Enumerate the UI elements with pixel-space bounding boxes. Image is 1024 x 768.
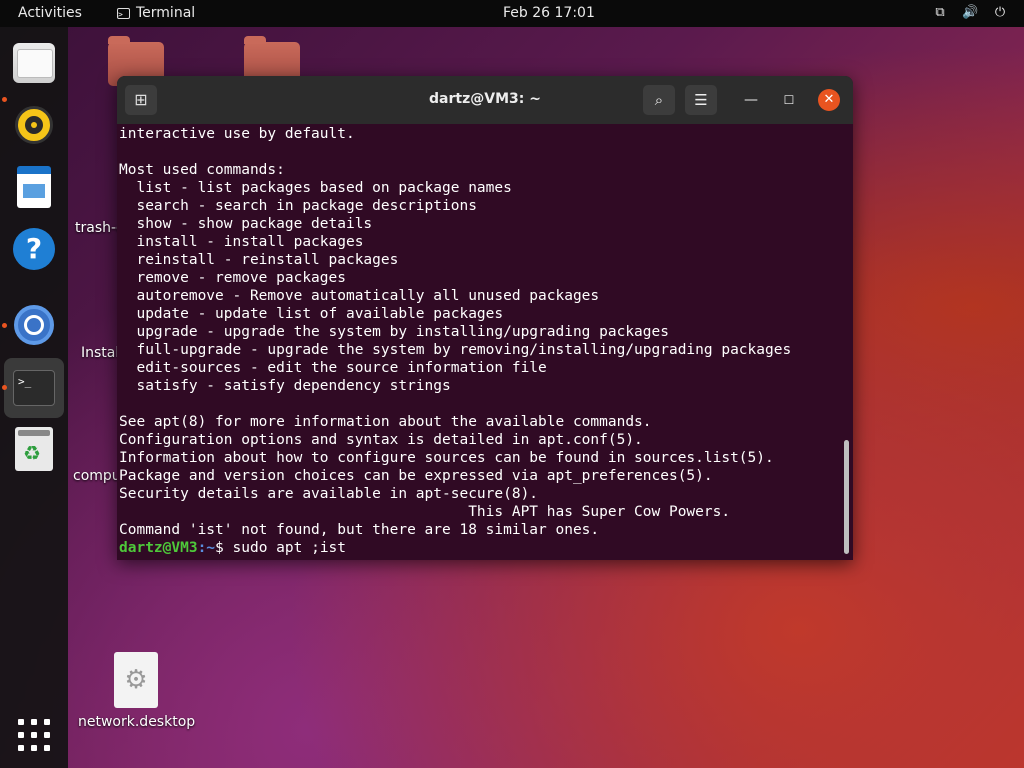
terminal-line: show - show package details (119, 216, 373, 232)
running-indicator (2, 385, 7, 390)
network-icon[interactable]: ⧉ (932, 5, 948, 21)
running-indicator (2, 97, 7, 102)
dock-item-writer[interactable] (10, 163, 58, 211)
terminal-line: reinstall - reinstall packages (119, 252, 399, 268)
terminal-line: full-upgrade - upgrade the system by rem… (119, 342, 792, 358)
rhythmbox-icon (15, 106, 53, 144)
activities-button[interactable]: Activities (18, 5, 82, 21)
terminal-icon: > (117, 7, 130, 19)
dock: ? >_ (0, 27, 68, 768)
scrollbar[interactable] (844, 440, 849, 554)
terminal-line: Information about how to configure sourc… (119, 450, 774, 466)
files-icon (13, 43, 55, 83)
terminal-line: autoremove - Remove automatically all un… (119, 288, 600, 304)
terminal-line: Command 'ist' not found, but there are 1… (119, 522, 600, 538)
desktop-icon-label[interactable]: Instal (81, 345, 119, 361)
clock[interactable]: Feb 26 17:01 (503, 5, 595, 21)
terminal-output[interactable]: interactive use by default. Most used com… (119, 124, 839, 560)
prompt-line: dartz@VM3:~$ sudo apt ;ist (119, 539, 839, 557)
dock-item-chromium[interactable] (10, 301, 58, 349)
apps-grid-icon[interactable] (18, 719, 50, 751)
terminal-line: See apt(8) for more information about th… (119, 414, 652, 430)
terminal-line: search - search in package descriptions (119, 198, 477, 214)
minimize-button[interactable]: — (741, 88, 761, 112)
prompt-symbol: $ (215, 540, 233, 556)
system-tray[interactable]: ⧉ 🔊 ⏻ (932, 5, 1008, 21)
top-bar: Activities > Terminal Feb 26 17:01 ⧉ 🔊 ⏻ (0, 0, 1024, 27)
prompt-path: :~ (197, 540, 216, 556)
title-bar[interactable]: ⊞ dartz@VM3: ~ ⌕ ☰ — ☐ ✕ (117, 76, 853, 124)
terminal-line: Package and version choices can be expre… (119, 468, 713, 484)
power-icon[interactable]: ⏻ (992, 5, 1008, 21)
dock-item-rhythmbox[interactable] (10, 101, 58, 149)
terminal-line: Configuration options and syntax is deta… (119, 432, 643, 448)
prompt-user: dartz@VM3 (119, 540, 198, 556)
app-menu-label: Terminal (136, 5, 196, 21)
menu-button[interactable]: ☰ (685, 85, 717, 115)
terminal-line: edit-sources - edit the source informati… (119, 360, 547, 376)
terminal-line: remove - remove packages (119, 270, 346, 286)
terminal-window[interactable]: ⊞ dartz@VM3: ~ ⌕ ☰ — ☐ ✕ interactive use… (117, 76, 853, 560)
app-menu[interactable]: > Terminal (117, 5, 195, 21)
dock-item-help[interactable]: ? (10, 225, 58, 273)
gear-icon[interactable]: ⚙ (114, 652, 158, 708)
help-icon: ? (13, 228, 55, 270)
desktop-icon-label[interactable]: compu (73, 468, 121, 484)
running-indicator (2, 323, 7, 328)
search-button[interactable]: ⌕ (643, 85, 675, 115)
desktop-icon-label[interactable]: network.desktop (78, 714, 195, 730)
terminal-line: upgrade - upgrade the system by installi… (119, 324, 669, 340)
dock-item-files[interactable] (10, 39, 58, 87)
volume-icon[interactable]: 🔊 (962, 5, 978, 21)
command-text: sudo apt ;ist (232, 540, 347, 556)
terminal-line: Most used commands: (119, 162, 285, 178)
terminal-line: interactive use by default. (119, 126, 355, 142)
terminal-icon: >_ (13, 370, 55, 406)
dock-item-terminal[interactable]: >_ (4, 358, 64, 418)
maximize-button[interactable]: ☐ (779, 88, 799, 112)
terminal-line: list - list packages based on package na… (119, 180, 512, 196)
close-button[interactable]: ✕ (818, 89, 840, 111)
chromium-icon (14, 305, 54, 345)
terminal-line: Security details are available in apt-se… (119, 486, 539, 502)
terminal-line: This APT has Super Cow Powers. (119, 504, 731, 520)
terminal-line: satisfy - satisfy dependency strings (119, 378, 451, 394)
terminal-line: update - update list of available packag… (119, 306, 504, 322)
dock-item-trash[interactable] (10, 425, 58, 473)
writer-icon (17, 166, 51, 208)
trash-icon (15, 427, 53, 471)
terminal-line: install - install packages (119, 234, 364, 250)
